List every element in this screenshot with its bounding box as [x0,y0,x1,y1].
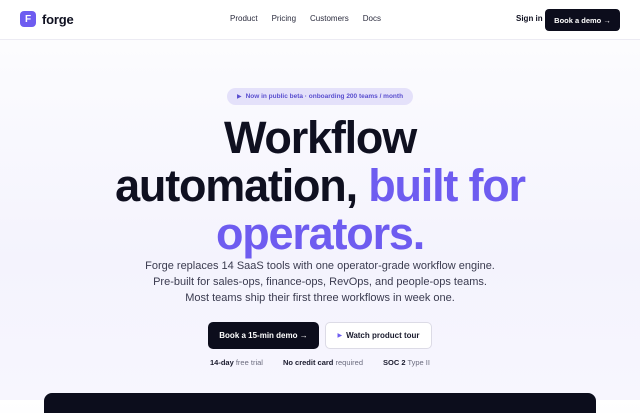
hero-subtext: Forge replaces 14 SaaS tools with one op… [0,258,640,306]
hero-headline: Workflow automation, built for operators… [0,114,640,258]
nav-link-product[interactable]: Product [230,14,258,23]
nav-link-pricing[interactable]: Pricing [272,14,296,23]
book-demo-button[interactable]: Book a demo → [545,9,620,31]
trust-item-soc2: SOC 2 Type II [383,358,430,367]
play-icon: ▶ [236,94,242,100]
beta-badge-label: Now in public beta · onboarding 200 team… [245,93,404,100]
book-15-min-demo-button[interactable]: Book a 15-min demo → [208,322,319,349]
trust-badges: 14-day free trial No credit card require… [0,358,640,367]
nav-link-docs[interactable]: Docs [363,14,381,23]
watch-tour-label: Watch product tour [346,331,420,340]
subtext-line2: Pre-built for sales-ops, finance-ops, Re… [153,276,487,288]
logo-mark: F [20,11,36,27]
sign-in-link[interactable]: Sign in [516,14,543,23]
top-navbar: F forge Product Pricing Customers Docs S… [0,0,640,40]
trust-item-credit-card: No credit card required [282,358,363,367]
headline-line1: Workflow [223,112,417,163]
headline-line3-accent: operators. [215,208,425,259]
product-preview-frame [44,393,596,413]
brand-logo[interactable]: F forge [20,11,74,27]
hero-cta-row: Book a 15-min demo → ▶ Watch product tou… [208,322,432,349]
nav-links: Product Pricing Customers Docs [230,14,381,23]
brand-name: forge [42,11,74,27]
headline-line2-plain: automation, [115,160,369,211]
headline-line2-accent: built for [368,160,526,211]
beta-badge[interactable]: ▶ Now in public beta · onboarding 200 te… [227,88,413,105]
subtext-line1: Forge replaces 14 SaaS tools with one op… [145,260,495,272]
watch-product-tour-button[interactable]: ▶ Watch product tour [325,322,432,349]
play-icon: ▶ [337,333,343,339]
subtext-line3: Most teams ship their first three workfl… [185,292,455,304]
trust-item-trial: 14-day free trial [210,358,263,367]
nav-link-customers[interactable]: Customers [310,14,349,23]
